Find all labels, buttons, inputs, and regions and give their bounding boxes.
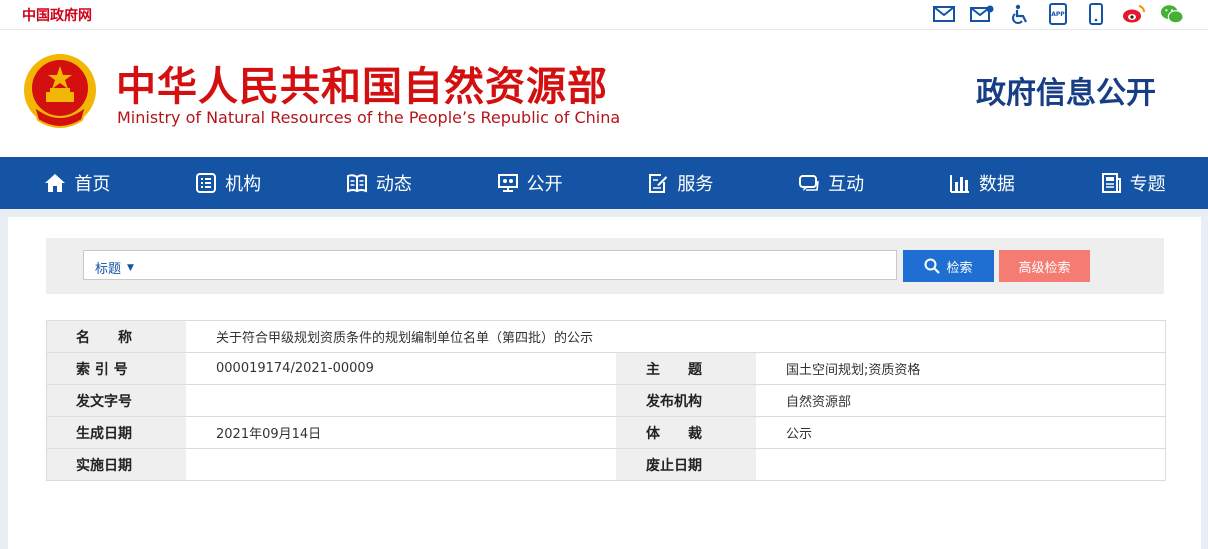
publisher-value: 自然资源部 xyxy=(756,384,1166,417)
svg-text:APP: APP xyxy=(1051,11,1065,18)
wechat-icon[interactable] xyxy=(1160,2,1184,26)
doc-number-value xyxy=(186,384,616,417)
nav-label: 互动 xyxy=(828,174,865,195)
table-row: 名 称 关于符合甲级规划资质条件的规划编制单位名单（第四批）的公示 xyxy=(46,320,1166,353)
search-type-label: 标题 xyxy=(95,262,122,277)
genre-value: 公示 xyxy=(756,416,1166,449)
table-row: 生成日期 2021年09月14日 体 裁 公示 xyxy=(46,416,1166,449)
index-label: 索 引 号 xyxy=(46,352,186,385)
nav-label: 首页 xyxy=(74,174,111,195)
advanced-search-button[interactable]: 高级检索 xyxy=(999,250,1090,282)
advanced-search-label: 高级检索 xyxy=(1018,259,1071,275)
table-row: 实施日期 废止日期 xyxy=(46,448,1166,481)
mail-settings-icon[interactable] xyxy=(970,2,994,26)
nav-label: 公开 xyxy=(526,174,563,195)
caret-down-icon: ▼ xyxy=(127,262,134,273)
org-icon xyxy=(196,173,217,193)
nav-item-org[interactable]: 机构 xyxy=(153,157,304,209)
expiry-date-value xyxy=(756,448,1166,481)
table-row: 索 引 号 000019174/2021-00009 主 题 国土空间规划;资质… xyxy=(46,352,1166,385)
search-input[interactable] xyxy=(154,253,892,277)
index-value: 000019174/2021-00009 xyxy=(186,352,616,385)
nav-item-topics[interactable]: 专题 xyxy=(1057,157,1208,209)
mobile-icon[interactable] xyxy=(1084,2,1108,26)
content-area: 标题 ▼ 检索 高级检索 名 称 关于符合甲级规划资质条件的规划编制单位名单（第… xyxy=(0,209,1208,549)
site-header: 中华人民共和国自然资源部 Ministry of Natural Resourc… xyxy=(0,30,1208,157)
bar-chart-icon xyxy=(949,175,969,193)
nav-item-data[interactable]: 数据 xyxy=(907,157,1058,209)
ministry-title-en: Ministry of Natural Resources of the Peo… xyxy=(117,108,621,127)
nav-label: 数据 xyxy=(978,174,1015,195)
search-icon xyxy=(924,258,941,274)
gov-info-title: 政府信息公开 xyxy=(976,76,1156,111)
search-type-dropdown[interactable]: 标题 ▼ xyxy=(95,258,134,277)
search-area: 标题 ▼ 检索 高级检索 xyxy=(46,238,1164,294)
accessibility-icon[interactable] xyxy=(1008,2,1032,26)
top-icons: APP xyxy=(932,2,1184,26)
effective-date-label: 实施日期 xyxy=(46,448,186,481)
newspaper-icon xyxy=(1101,173,1121,193)
nav-item-home[interactable]: 首页 xyxy=(2,157,153,209)
gov-site-link[interactable]: 中国政府网 xyxy=(22,5,92,25)
doc-number-label: 发文字号 xyxy=(46,384,186,417)
ministry-title-cn: 中华人民共和国自然资源部 xyxy=(116,64,608,110)
content-panel: 标题 ▼ 检索 高级检索 名 称 关于符合甲级规划资质条件的规划编制单位名单（第… xyxy=(8,217,1201,549)
nav-label: 服务 xyxy=(677,174,714,195)
app-icon[interactable]: APP xyxy=(1046,2,1070,26)
created-date-value: 2021年09月14日 xyxy=(186,416,616,449)
publisher-label: 发布机构 xyxy=(616,384,756,417)
edit-doc-icon xyxy=(649,174,668,193)
nav-item-news[interactable]: 动态 xyxy=(304,157,455,209)
screen-icon xyxy=(497,174,518,192)
search-button-label: 检索 xyxy=(946,259,973,275)
search-button[interactable]: 检索 xyxy=(903,250,994,282)
top-bar: 中国政府网 APP xyxy=(0,0,1208,30)
genre-label: 体 裁 xyxy=(616,416,756,449)
effective-date-value xyxy=(186,448,616,481)
topic-value: 国土空间规划;资质资格 xyxy=(756,352,1166,385)
nav-label: 机构 xyxy=(225,174,262,195)
nav-label: 动态 xyxy=(375,174,412,195)
nav-item-interact[interactable]: 互动 xyxy=(756,157,907,209)
nav-item-public[interactable]: 公开 xyxy=(454,157,605,209)
table-row: 发文字号 发布机构 自然资源部 xyxy=(46,384,1166,417)
home-icon xyxy=(45,174,66,192)
nav-label: 专题 xyxy=(1129,174,1166,195)
book-icon xyxy=(346,174,367,193)
expiry-date-label: 废止日期 xyxy=(616,448,756,481)
name-value: 关于符合甲级规划资质条件的规划编制单位名单（第四批）的公示 xyxy=(186,320,1166,353)
document-info-table: 名 称 关于符合甲级规划资质条件的规划编制单位名单（第四批）的公示 索 引 号 … xyxy=(46,320,1166,481)
topic-label: 主 题 xyxy=(616,352,756,385)
created-date-label: 生成日期 xyxy=(46,416,186,449)
chat-icon xyxy=(799,175,819,191)
weibo-icon[interactable] xyxy=(1122,2,1146,26)
nav-item-service[interactable]: 服务 xyxy=(605,157,756,209)
name-label: 名 称 xyxy=(46,320,186,353)
mail-icon[interactable] xyxy=(932,2,956,26)
national-emblem-icon xyxy=(20,50,100,134)
main-nav: 首页 机构 动态 公开 服务 互动 数据 专题 xyxy=(0,157,1208,209)
search-box: 标题 ▼ xyxy=(83,250,897,280)
